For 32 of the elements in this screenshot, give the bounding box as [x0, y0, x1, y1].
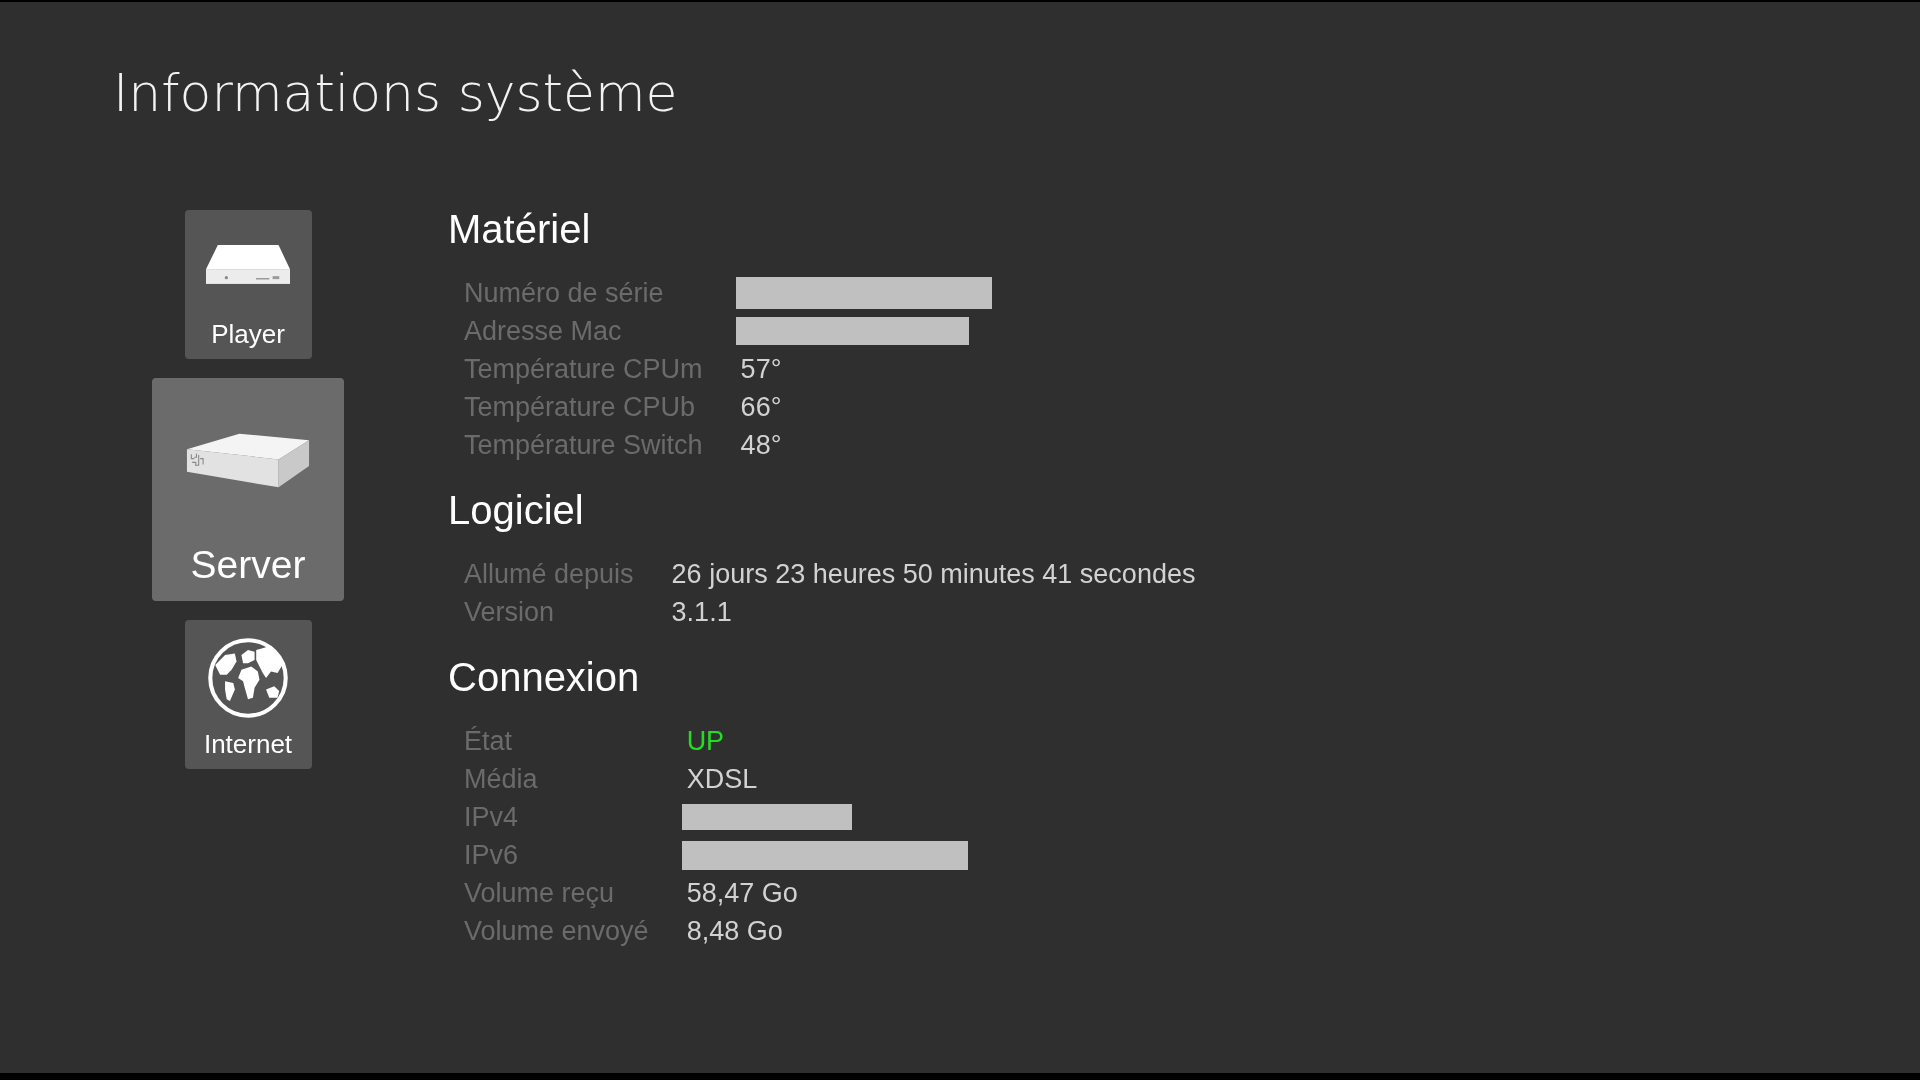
info-label: Température CPUm — [464, 353, 703, 385]
info-label: Volume envoyé — [464, 915, 649, 947]
info-label: IPv6 — [464, 839, 519, 871]
info-label: Média — [464, 763, 538, 795]
info-value: 66° — [739, 391, 782, 423]
info-label: Adresse Mac — [464, 315, 622, 347]
info-value: 8,48 Go — [685, 915, 783, 947]
globe-icon — [207, 636, 289, 719]
device-tab[interactable]: Server — [152, 378, 344, 601]
server-box-icon — [186, 433, 310, 488]
info-label: Température CPUb — [464, 391, 696, 423]
info-value: 3.1.1 — [670, 596, 732, 628]
info-value: 58,47 Go — [685, 877, 798, 909]
info-label: Numéro de série — [464, 277, 664, 309]
info-label: Allumé depuis — [464, 558, 634, 590]
info-value: UP — [685, 725, 725, 757]
info-value: 57° — [739, 353, 782, 385]
device-tab[interactable]: Internet — [184, 620, 312, 769]
device-tab[interactable]: Player — [184, 210, 312, 359]
set-top-box-icon — [206, 245, 290, 284]
info-label: Température Switch — [464, 429, 703, 461]
info-label: Version — [464, 596, 555, 628]
info-value: 26 jours 23 heures 50 minutes 41 secondes — [670, 558, 1196, 590]
info-label: État — [464, 725, 513, 757]
page-title: Informations système — [113, 62, 678, 124]
section-heading: Logiciel — [448, 487, 584, 534]
info-label: IPv4 — [464, 801, 519, 833]
info-value: XDSL — [685, 763, 758, 795]
info-value: 48° — [739, 429, 782, 461]
section-heading: Connexion — [448, 654, 640, 701]
section-heading: Matériel — [448, 206, 591, 253]
info-label: Volume reçu — [464, 877, 615, 909]
